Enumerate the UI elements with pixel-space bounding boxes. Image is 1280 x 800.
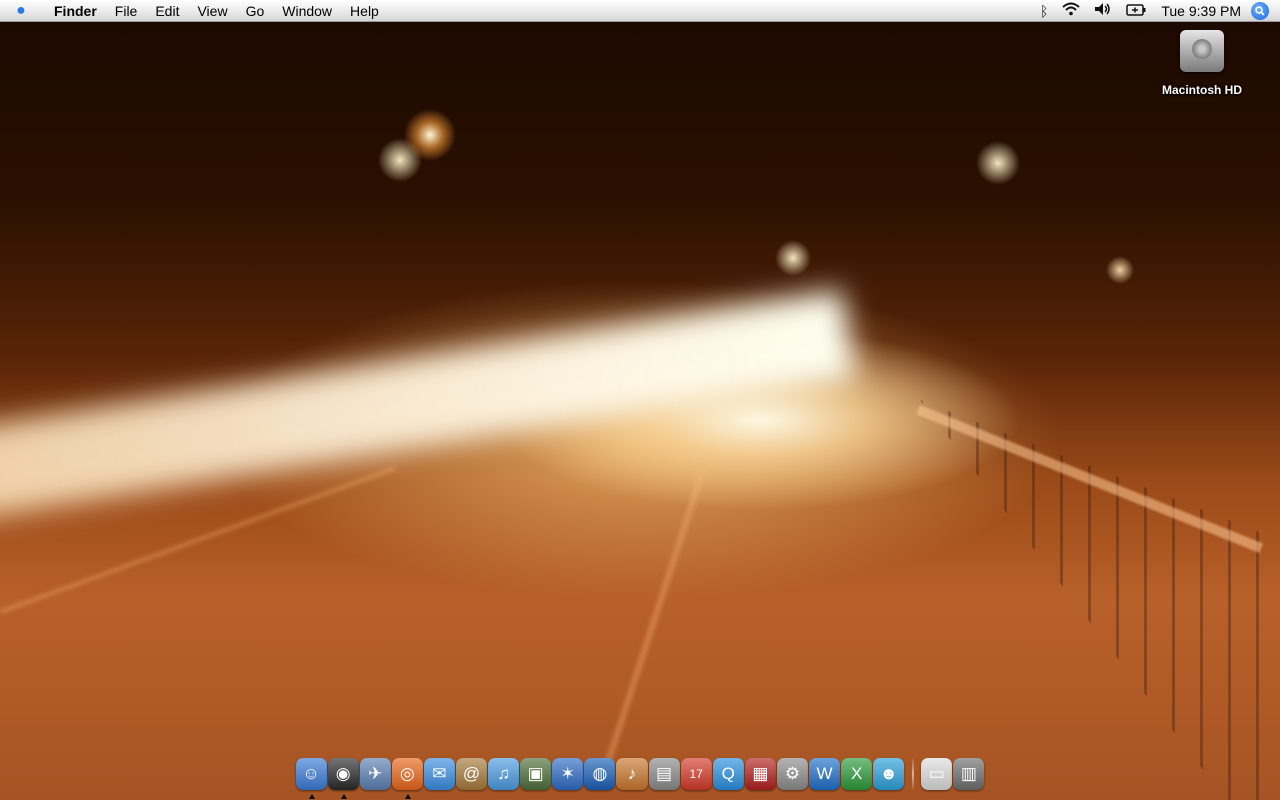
system-preferences-icon[interactable]: ⚙ xyxy=(776,758,808,790)
spotlight-icon[interactable] xyxy=(1251,1,1269,20)
menu-edit[interactable]: Edit xyxy=(146,0,188,22)
menu-window[interactable]: Window xyxy=(273,0,341,22)
excel-icon[interactable]: X xyxy=(841,758,873,790)
quicktime-glyph: Q xyxy=(721,764,735,783)
dashboard-glyph: ◉ xyxy=(335,764,351,783)
ical-icon[interactable]: 17 xyxy=(680,758,712,790)
menu-help[interactable]: Help xyxy=(341,0,388,22)
dashboard-icon[interactable]: ◉ xyxy=(327,758,359,799)
ical-glyph: 17 xyxy=(689,767,703,781)
iweb-glyph: ▤ xyxy=(656,764,673,783)
menu-bar: ● Finder File Edit View Go Window Help ᛒ… xyxy=(0,0,1280,22)
hard-drive-icon[interactable] xyxy=(1180,30,1224,72)
menu-clock[interactable]: Tue 9:39 PM xyxy=(1153,0,1251,22)
menu-extras: ᛒ Tue 9:39 PM xyxy=(1033,0,1280,22)
system-preferences-glyph: ⚙ xyxy=(784,764,801,783)
desktop-icon-macintosh-hd[interactable]: Macintosh HD xyxy=(1150,30,1254,97)
messenger-icon[interactable]: ☻ xyxy=(873,758,905,790)
bluetooth-icon[interactable]: ᛒ xyxy=(1033,0,1055,22)
word-icon[interactable]: W xyxy=(809,758,841,790)
messenger-glyph: ☻ xyxy=(879,764,898,783)
dock-separator xyxy=(911,759,914,789)
menu-go[interactable]: Go xyxy=(237,0,274,22)
finder-icon[interactable]: ☺ xyxy=(295,758,327,799)
desktop-icon-label[interactable]: Macintosh HD xyxy=(1150,83,1254,97)
idvd-icon[interactable]: ◍ xyxy=(584,758,616,790)
dock: ☺ ◉ ✈ ◎ ✉ @ ♫ ▣ ✶ ◍ ♪ ▤ 17 Q ▦ ⚙ W X ☻ ▭ ▥ xyxy=(293,758,987,800)
quicktime-icon[interactable]: Q xyxy=(712,758,744,790)
address-book-icon[interactable]: @ xyxy=(455,758,488,790)
trash-icon[interactable]: ▥ xyxy=(953,758,985,790)
battery-icon[interactable] xyxy=(1119,0,1153,22)
apple-menu-icon[interactable]: ● xyxy=(0,0,42,22)
address-book-glyph: @ xyxy=(462,764,481,783)
iphoto-glyph: ▣ xyxy=(527,764,544,783)
garageband-glyph: ♪ xyxy=(627,764,637,783)
excel-glyph: X xyxy=(850,764,863,783)
wallpaper-railing xyxy=(920,400,1280,800)
desktop: ● Finder File Edit View Go Window Help ᛒ… xyxy=(0,0,1280,800)
menu-finder[interactable]: Finder xyxy=(42,0,106,22)
mail-icon[interactable]: ✈ xyxy=(359,758,391,790)
photo-booth-icon[interactable]: ▦ xyxy=(744,758,776,790)
imovie-glyph: ✶ xyxy=(560,764,575,783)
itunes-glyph: ♫ xyxy=(497,764,510,783)
garageband-icon[interactable]: ♪ xyxy=(616,758,648,790)
firefox-glyph: ◎ xyxy=(399,764,415,783)
menu-file[interactable]: File xyxy=(106,0,147,22)
ichat-icon[interactable]: ✉ xyxy=(423,758,455,790)
imovie-icon[interactable]: ✶ xyxy=(552,758,584,790)
photo-booth-glyph: ▦ xyxy=(752,764,769,783)
ichat-glyph: ✉ xyxy=(432,764,447,783)
finder-glyph: ☺ xyxy=(302,764,320,783)
volume-icon[interactable] xyxy=(1087,0,1119,22)
mail-glyph: ✈ xyxy=(368,764,383,783)
wifi-icon[interactable] xyxy=(1055,0,1087,22)
word-glyph: W xyxy=(816,764,833,783)
wallpaper-light-streak xyxy=(0,289,856,520)
iphoto-icon[interactable]: ▣ xyxy=(520,758,552,790)
menu-view[interactable]: View xyxy=(188,0,236,22)
itunes-icon[interactable]: ♫ xyxy=(488,758,520,790)
downloads-stack-icon[interactable]: ▭ xyxy=(921,758,953,790)
trash-glyph: ▥ xyxy=(960,764,977,783)
iweb-icon[interactable]: ▤ xyxy=(648,758,680,790)
wallpaper-road-line xyxy=(598,469,706,785)
idvd-glyph: ◍ xyxy=(592,764,608,783)
downloads-stack-glyph: ▭ xyxy=(928,764,945,783)
firefox-icon[interactable]: ◎ xyxy=(391,758,423,799)
